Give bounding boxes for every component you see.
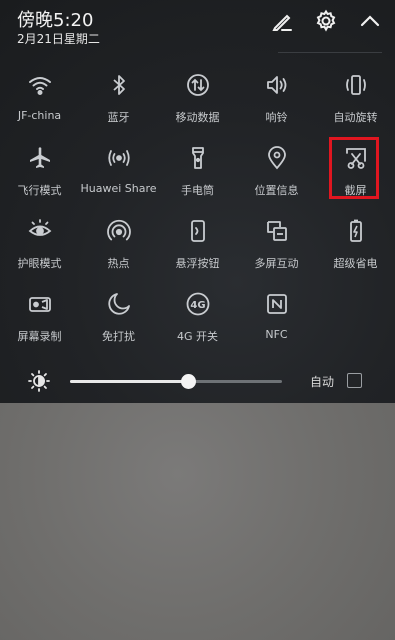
brightness-slider-thumb[interactable] <box>181 374 197 389</box>
header-divider <box>278 52 382 53</box>
tile-ringer[interactable]: 响铃 <box>237 66 316 139</box>
tile-label: 护眼模式 <box>17 257 62 270</box>
tile-label: 免打扰 <box>102 330 135 343</box>
svg-text:4G: 4G <box>190 300 205 311</box>
floating-button-icon <box>185 218 211 244</box>
tile-label: 4G 开关 <box>176 330 219 343</box>
tile-label: 移动数据 <box>175 111 220 124</box>
tile-4g[interactable]: 4G 4G 开关 <box>158 285 237 358</box>
mobile-data-icon <box>185 72 211 98</box>
rotate-icon <box>343 72 369 98</box>
chevron-up-icon <box>358 9 382 37</box>
location-icon <box>264 145 290 171</box>
wifi-icon <box>27 72 53 98</box>
tile-eye-comfort[interactable]: 护眼模式 <box>0 212 79 285</box>
tile-auto-rotate[interactable]: 自动旋转 <box>316 66 395 139</box>
tile-airplane[interactable]: 飞行模式 <box>0 139 79 212</box>
background-app-area <box>0 403 395 640</box>
tile-multiscreen[interactable]: 多屏互动 <box>237 212 316 285</box>
edit-icon <box>270 9 294 37</box>
share-signal-icon <box>106 145 132 171</box>
collapse-button[interactable] <box>357 10 383 36</box>
quick-settings-panel: 傍晚5:20 2月21日星期二 JF-china 蓝牙 移动数据 响铃 自动旋转… <box>0 0 395 403</box>
tile-label: 屏幕录制 <box>17 330 62 343</box>
tile-label: 响铃 <box>265 111 288 124</box>
hotspot-icon <box>106 218 132 244</box>
tile-label: 热点 <box>107 257 130 270</box>
tile-label: 多屏互动 <box>254 257 299 270</box>
quick-tiles-grid: JF-china 蓝牙 移动数据 响铃 自动旋转 飞行模式 Huawei Sha… <box>0 66 395 358</box>
flashlight-icon <box>185 145 211 171</box>
gear-icon <box>314 9 338 37</box>
tile-mobile-data[interactable]: 移动数据 <box>158 66 237 139</box>
brightness-slider[interactable] <box>70 374 282 389</box>
tile-label: 飞行模式 <box>17 184 62 197</box>
4g-icon: 4G <box>185 291 211 317</box>
tile-label: JF-china <box>17 109 62 122</box>
tile-label: 位置信息 <box>254 184 299 197</box>
tile-label: NFC <box>265 328 288 341</box>
record-icon <box>27 291 53 317</box>
header-actions <box>269 9 383 37</box>
brightness-row: 自动 <box>0 362 395 402</box>
tile-label: 手电筒 <box>181 184 214 197</box>
moon-icon <box>106 291 132 317</box>
tile-flashlight[interactable]: 手电筒 <box>158 139 237 212</box>
tile-label: 自动旋转 <box>333 111 378 124</box>
brightness-slider-fill <box>70 380 189 383</box>
tile-bluetooth[interactable]: 蓝牙 <box>79 66 158 139</box>
airplane-icon <box>27 145 53 171</box>
brightness-icon <box>28 370 50 396</box>
status-date: 2月21日星期二 <box>17 32 100 46</box>
settings-button[interactable] <box>313 9 339 37</box>
tile-wifi[interactable]: JF-china <box>0 66 79 139</box>
tile-screen-record[interactable]: 屏幕录制 <box>0 285 79 358</box>
edit-button[interactable] <box>269 10 295 36</box>
tile-power-saver[interactable]: 超级省电 <box>316 212 395 285</box>
status-time: 傍晚5:20 <box>17 10 94 31</box>
auto-brightness-label: 自动 <box>310 375 335 389</box>
tile-huawei-share[interactable]: Huawei Share <box>79 139 158 212</box>
multiscreen-icon <box>264 218 290 244</box>
tile-location[interactable]: 位置信息 <box>237 139 316 212</box>
tile-nfc[interactable]: NFC <box>237 285 316 358</box>
nfc-icon <box>264 291 290 317</box>
tile-screenshot[interactable]: 截屏 <box>316 137 395 212</box>
eye-icon <box>27 218 53 244</box>
highlight-box <box>329 137 379 199</box>
tile-do-not-disturb[interactable]: 免打扰 <box>79 285 158 358</box>
tile-label: 悬浮按钮 <box>175 257 220 270</box>
tile-floating-button[interactable]: 悬浮按钮 <box>158 212 237 285</box>
tile-label: 蓝牙 <box>107 111 130 124</box>
tile-label: 超级省电 <box>333 257 378 270</box>
bluetooth-icon <box>106 72 132 98</box>
speaker-icon <box>264 72 290 98</box>
tile-hotspot[interactable]: 热点 <box>79 212 158 285</box>
tile-label: Huawei Share <box>80 182 157 195</box>
battery-icon <box>343 218 369 244</box>
auto-brightness-checkbox[interactable] <box>347 373 362 388</box>
